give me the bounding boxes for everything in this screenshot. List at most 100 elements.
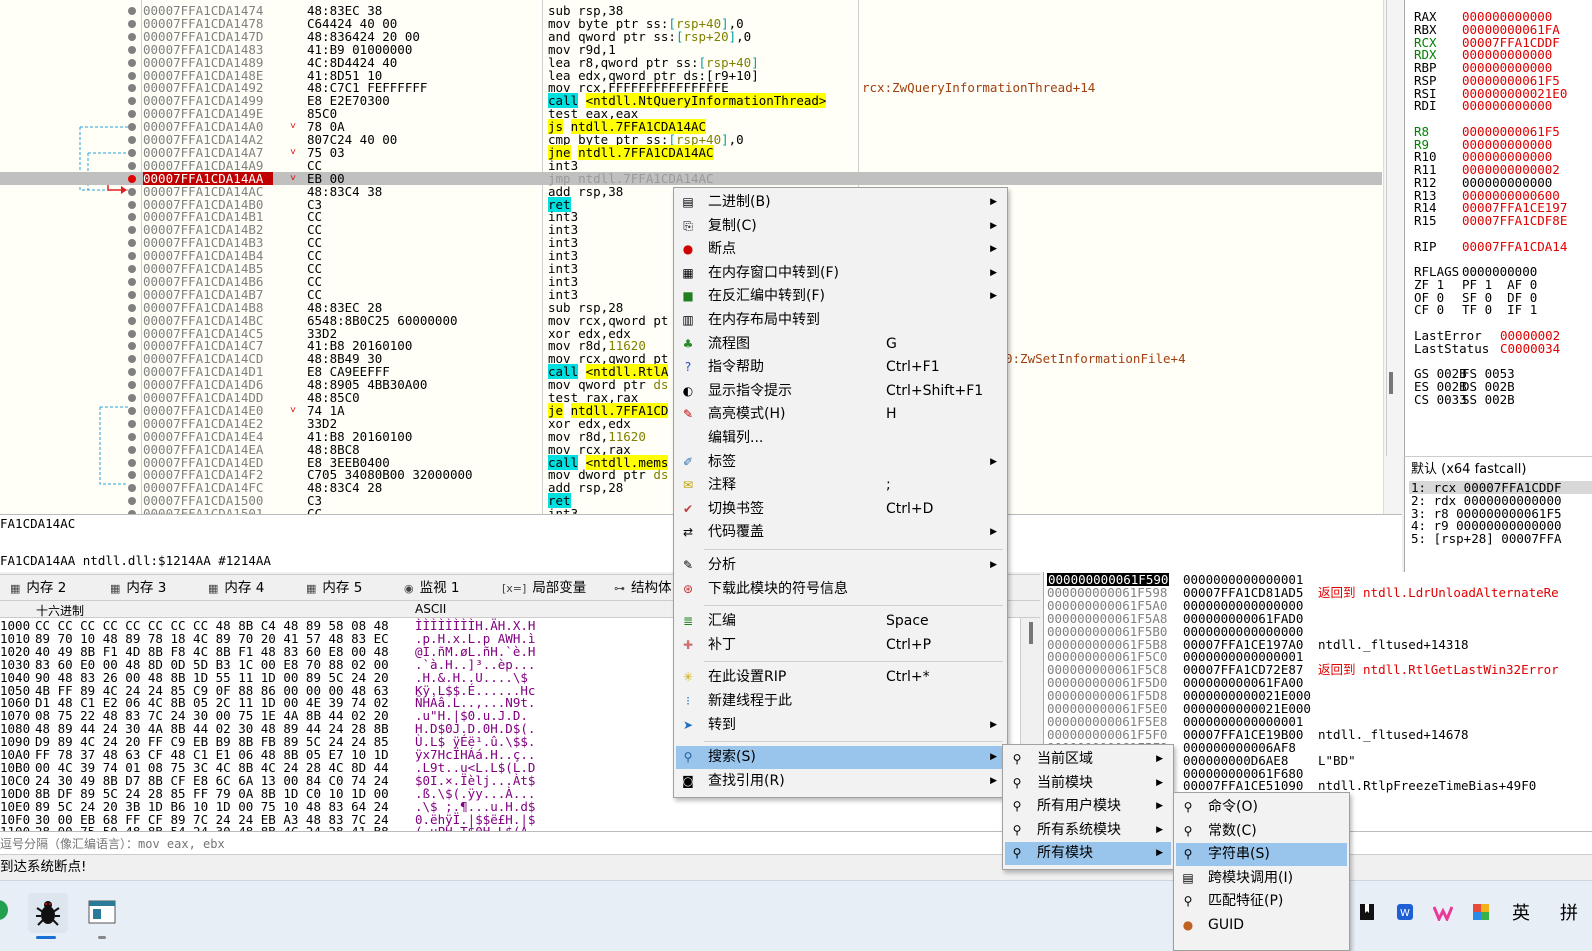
breakpoint-slot[interactable] — [128, 45, 136, 54]
breakpoint-slot[interactable] — [128, 355, 136, 364]
menu-item-11[interactable]: ✐ 标签 ▶ — [676, 451, 1005, 474]
breakpoint-slot[interactable] — [128, 471, 136, 480]
breakpoint-slot[interactable] — [128, 32, 136, 41]
tab-4[interactable]: ▦ 内存 5 — [306, 577, 362, 599]
register-row[interactable] — [1414, 227, 1462, 240]
register-row[interactable]: LastStatus C0000034 — [1414, 342, 1560, 355]
menu-item-22[interactable]: ⚲ 搜索(S) ▶ — [676, 746, 1005, 770]
tab-7[interactable]: ⊶ 结构体 — [614, 577, 672, 599]
menu-item-5[interactable]: ▥ 在内存布局中转到 — [676, 309, 1005, 332]
breakpoint-slot[interactable] — [128, 226, 136, 235]
breakpoint-slot[interactable] — [128, 161, 136, 170]
breakpoint-slot[interactable] — [128, 497, 136, 506]
breakpoint-slot[interactable] — [128, 123, 136, 132]
registers-scroll-thumb[interactable] — [1389, 372, 1393, 394]
menu-item-18[interactable]: ✚ 补丁 Ctrl+P — [676, 634, 1005, 657]
menu-item-3[interactable]: ⚲ 所有系统模块 ▶ — [1005, 819, 1171, 842]
disasm-row[interactable]: 00007FFA1CDA14AA ˅ EB 00 jmp ntdll.7FFA1CDA… — [0, 171, 1382, 185]
menu-item-20[interactable]: ⁝ 新建线程于此 — [676, 690, 1005, 713]
breakpoint-slot[interactable] — [128, 58, 136, 67]
menu-item-2[interactable]: ⚲ 所有用户模块 ▶ — [1005, 795, 1171, 818]
menu-item-4[interactable]: ■ 在反汇编中转到(F) ▶ — [676, 285, 1005, 308]
dump-row[interactable]: 1030 83 60 E0 00 48 8D 0D 5D B3 1C 00 E8 … — [0, 658, 560, 671]
breakpoint-slot[interactable] — [128, 394, 136, 402]
breakpoint-slot[interactable] — [128, 200, 136, 209]
dump-row[interactable]: 10C0 24 30 49 8B D7 8B CF E8 6C 6A 13 00 … — [0, 774, 560, 787]
disasm-row[interactable]: 00007FFA1CDA147D 48:836424 20 00 and qword… — [0, 30, 1382, 43]
menu-item-3[interactable]: ▤ 跨模块调用(I) — [1176, 867, 1347, 890]
menu-item-10[interactable]: 编辑列... — [676, 427, 1005, 450]
breakpoint-slot[interactable] — [128, 458, 136, 467]
bookmark-icon[interactable] — [1356, 901, 1378, 923]
menu-item-16[interactable]: ⊛ 下载此模块的符号信息 — [676, 578, 1005, 601]
breakpoint-slot[interactable] — [128, 187, 136, 196]
calling-convention-panel[interactable]: 默认 (x64 fastcall) 1: rcx 00007FFA1CDDF 2:… — [1404, 456, 1592, 572]
breakpoint-slot[interactable] — [128, 342, 136, 351]
argument-row[interactable]: 2: rdx 0000000000000 — [1411, 494, 1562, 507]
breakpoint-slot[interactable] — [128, 97, 136, 106]
register-row[interactable]: CS 0033SS 002B — [1414, 393, 1515, 406]
menu-item-3[interactable]: ▦ 在内存窗口中转到(F) ▶ — [676, 262, 1005, 285]
terminal-icon[interactable] — [86, 897, 118, 927]
register-row[interactable]: CF 0 TF 0 IF 1 — [1414, 303, 1537, 316]
registers-panel[interactable]: RAX 000000000000 RBX 00000000061FA RCX 00007F… — [1404, 0, 1592, 456]
menu-item-17[interactable]: ≣ 汇编 Space — [676, 610, 1005, 633]
breakpoint-slot[interactable] — [128, 419, 136, 428]
tab-5[interactable]: ◉ 监视 1 — [404, 577, 460, 599]
dump-row[interactable]: 1010 89 70 10 48 89 78 18 4C 89 70 20 41 … — [0, 632, 560, 645]
dump-scroll-thumb[interactable] — [1029, 622, 1033, 644]
stack-row[interactable]: 000000000061F5F0 00007FFA1CE19B00 ntdll._f… — [1044, 728, 1592, 741]
menu-item-8[interactable]: ◐ 显示指令提示 Ctrl+Shift+F1 — [676, 380, 1005, 403]
menu-item-14[interactable]: ⇄ 代码覆盖 ▶ — [676, 521, 1005, 544]
stack-row[interactable]: 000000000061F5A0 0000000000000000 — [1044, 599, 1592, 612]
tab-6[interactable]: [x=] 局部变量 — [502, 577, 586, 599]
stack-row[interactable]: 000000000061F598 00007FFA1CD81AD5 返回到 ntdl… — [1044, 586, 1592, 599]
menu-item-1[interactable]: ⚲ 当前模块 ▶ — [1005, 772, 1171, 795]
menu-item-19[interactable]: ✳ 在此设置RIP Ctrl+* — [676, 666, 1005, 689]
breakpoint-slot[interactable] — [128, 316, 136, 325]
breakpoint-slot[interactable] — [128, 84, 136, 93]
menu-item-4[interactable]: ⚲ 匹配特征(P) — [1176, 890, 1347, 913]
breakpoint-slot[interactable] — [128, 381, 136, 390]
breakpoint-slot[interactable] — [128, 148, 136, 157]
debugger-icon[interactable] — [28, 893, 68, 933]
stack-row[interactable]: 000000000061F5E8 0000000000000001 — [1044, 715, 1592, 728]
breakpoint-slot[interactable] — [128, 252, 136, 261]
breakpoint-slot[interactable] — [128, 110, 136, 119]
argument-row[interactable]: 5: [rsp+28] 00007FFA — [1411, 532, 1562, 545]
menu-item-5[interactable]: ● GUID — [1176, 914, 1347, 937]
tab-3[interactable]: ▦ 内存 4 — [208, 577, 264, 599]
register-row[interactable]: RIP 00007FFA1CDA14 — [1414, 240, 1567, 253]
word-icon[interactable]: W — [1394, 901, 1416, 923]
menu-item-2[interactable]: ● 断点 ▶ — [676, 238, 1005, 261]
menu-item-1[interactable]: ⎘ 复制(C) ▶ — [676, 215, 1005, 238]
menu-item-1[interactable]: ⚲ 常数(C) — [1176, 820, 1347, 843]
disasm-row[interactable]: 00007FFA1CDA14A7 ˅ 75 03 jne ntdll.7FFA1CDA… — [0, 144, 1382, 160]
start-icon[interactable] — [0, 895, 12, 925]
dump-row[interactable]: 1020 40 49 8B F1 4D 8B F8 4C 8B F1 48 83 … — [0, 645, 560, 658]
ime-mode[interactable]: 拼 — [1556, 899, 1582, 925]
register-row[interactable]: R15 00007FFA1CDF8E — [1414, 214, 1567, 227]
breakpoint-slot[interactable] — [128, 136, 136, 144]
menu-item-21[interactable]: ➤ 转到 ▶ — [676, 714, 1005, 737]
calling-convention-header[interactable]: 默认 (x64 fastcall) — [1411, 461, 1526, 479]
menu-item-2[interactable]: ⚲ 字符串(S) — [1176, 843, 1347, 867]
breakpoint-slot[interactable] — [128, 368, 136, 377]
register-row[interactable]: RDI 000000000000 — [1414, 99, 1552, 112]
tab-2[interactable]: ▦ 内存 3 — [110, 577, 166, 599]
breakpoint-slot[interactable] — [128, 329, 136, 338]
stack-row[interactable]: 000000000061F5A8 000000000061FAD0 — [1044, 612, 1592, 625]
menu-item-0[interactable]: ▤ 二进制(B) ▶ — [676, 191, 1005, 214]
photos-icon[interactable] — [1470, 901, 1492, 923]
breakpoint-slot[interactable] — [128, 213, 136, 222]
breakpoint-slot[interactable] — [128, 303, 136, 312]
breakpoint-slot[interactable] — [128, 406, 136, 415]
breakpoint-slot[interactable] — [128, 445, 136, 454]
menu-item-12[interactable]: ✉ 注释; — [676, 474, 1005, 497]
ime-indicator[interactable]: 英 — [1508, 899, 1534, 925]
menu-item-23[interactable]: ◙ 查找引用(R) ▶ — [676, 770, 1005, 793]
breakpoint-slot[interactable] — [128, 7, 136, 15]
menu-item-13[interactable]: ✔ 切换书签 Ctrl+D — [676, 498, 1005, 521]
menu-item-15[interactable]: ✎ 分析 ▶ — [676, 554, 1005, 577]
menu-item-0[interactable]: ⚲ 当前区域 ▶ — [1005, 748, 1171, 771]
